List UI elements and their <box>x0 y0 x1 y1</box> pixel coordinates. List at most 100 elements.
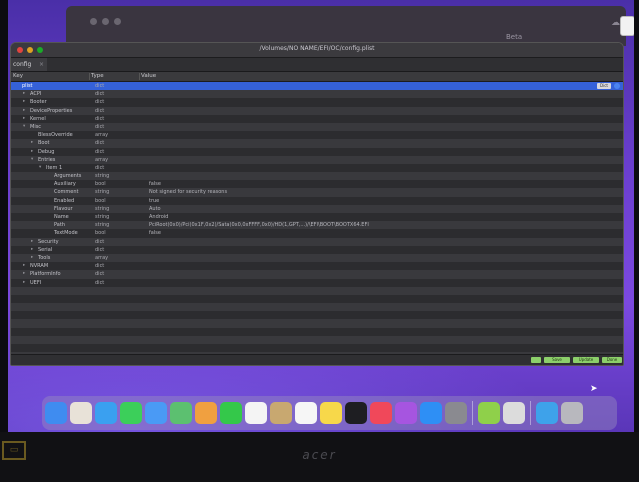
row-value[interactable]: PciRoot(0x0)/Pci(0x1F,0x2)/Sata(0x0,0xFF… <box>149 221 369 229</box>
row-type[interactable]: bool <box>95 229 106 237</box>
table-row[interactable] <box>11 327 623 336</box>
table-row[interactable]: Enabled bool true <box>11 196 623 205</box>
table-row[interactable]: ▸ Debug dict <box>11 147 623 156</box>
minimize-light[interactable] <box>102 18 109 25</box>
table-row[interactable]: ▸ Tools array <box>11 253 623 263</box>
table-row[interactable]: ▸ Security dict <box>11 237 623 246</box>
table-row[interactable]: TextMode bool false <box>11 229 623 238</box>
row-type[interactable]: array <box>95 131 108 139</box>
disclosure-closed-icon[interactable]: ▸ <box>31 148 33 156</box>
row-type[interactable]: dict <box>95 164 104 172</box>
table-row[interactable]: BlessOverride array <box>11 131 623 140</box>
row-type[interactable]: bool <box>95 180 106 188</box>
tv-icon[interactable] <box>345 402 367 424</box>
app-store-icon[interactable] <box>420 402 442 424</box>
table-row[interactable]: ▸ Boot dict <box>11 139 623 148</box>
disclosure-open-icon[interactable]: ▾ <box>23 123 25 131</box>
zoom-light[interactable] <box>114 18 121 25</box>
table-row[interactable] <box>11 344 623 353</box>
table-row[interactable]: ▾ Item 1 dict <box>11 163 623 173</box>
system-preferences-icon[interactable] <box>445 402 467 424</box>
row-type[interactable]: dict <box>95 139 104 147</box>
row-type[interactable]: dict <box>95 98 104 106</box>
row-type[interactable]: array <box>95 156 108 164</box>
row-value[interactable]: Not signed for security reasons <box>149 188 227 196</box>
row-value[interactable]: Auto <box>149 205 161 213</box>
disclosure-closed-icon[interactable]: ▸ <box>23 107 25 115</box>
podcasts-icon[interactable] <box>395 402 417 424</box>
table-row[interactable] <box>11 319 623 328</box>
downloads-folder-icon[interactable] <box>536 402 558 424</box>
row-type[interactable]: dict <box>95 107 104 115</box>
disclosure-closed-icon[interactable]: ▸ <box>23 90 25 98</box>
row-value[interactable]: true <box>149 197 159 205</box>
table-row[interactable] <box>11 286 623 295</box>
row-type[interactable]: dict <box>95 82 104 90</box>
row-type[interactable]: array <box>95 254 108 262</box>
editor-app-icon[interactable] <box>478 402 500 424</box>
facetime-icon[interactable] <box>220 402 242 424</box>
row-type[interactable]: dict <box>95 123 104 131</box>
column-value[interactable]: Value <box>141 72 156 81</box>
table-row[interactable]: Arguments string <box>11 172 623 181</box>
row-type[interactable]: dict <box>95 246 104 254</box>
type-dropdown[interactable]: Dict <box>597 83 611 89</box>
column-divider[interactable] <box>89 73 90 80</box>
disclosure-closed-icon[interactable]: ▸ <box>31 254 33 262</box>
row-type[interactable]: string <box>95 205 109 213</box>
table-row[interactable]: Comment string Not signed for security rea… <box>11 188 623 197</box>
mail-icon[interactable] <box>145 402 167 424</box>
column-divider[interactable] <box>139 73 140 80</box>
disclosure-closed-icon[interactable]: ▸ <box>31 246 33 254</box>
status-button[interactable]: Save <box>544 357 570 363</box>
table-row[interactable]: ▸ Kernel dict <box>11 114 623 123</box>
notes-icon[interactable] <box>320 402 342 424</box>
row-type[interactable]: dict <box>95 148 104 156</box>
disclosure-closed-icon[interactable]: ▸ <box>23 115 25 123</box>
finder-icon[interactable] <box>45 402 67 424</box>
row-type[interactable]: string <box>95 172 109 180</box>
tab-config[interactable]: config × <box>11 58 47 71</box>
music-icon[interactable] <box>370 402 392 424</box>
row-value[interactable]: false <box>149 229 161 237</box>
row-type[interactable]: dict <box>95 270 104 278</box>
close-light[interactable] <box>90 18 97 25</box>
column-key[interactable]: Key <box>13 72 23 81</box>
row-type[interactable]: bool <box>95 197 106 205</box>
maps-icon[interactable] <box>170 402 192 424</box>
close-tab-icon[interactable]: × <box>39 58 44 71</box>
table-row[interactable]: Name string Android <box>11 213 623 222</box>
column-type[interactable]: Type <box>91 72 104 81</box>
table-row[interactable] <box>11 294 623 304</box>
status-button[interactable] <box>531 357 541 363</box>
table-row[interactable]: Flavour string Auto <box>11 204 623 213</box>
row-type[interactable]: dict <box>95 115 104 123</box>
row-type[interactable]: dict <box>95 238 104 246</box>
status-button[interactable]: Done <box>602 357 622 363</box>
table-row[interactable]: ▸ DeviceProperties dict <box>11 106 623 115</box>
table-row[interactable]: Path string PciRoot(0x0)/Pci(0x1F,0x2)/Sat… <box>11 221 623 230</box>
table-row[interactable]: ▸ Booter dict <box>11 98 623 107</box>
row-type[interactable]: string <box>95 188 109 196</box>
table-row[interactable]: ▸ PlatformInfo dict <box>11 270 623 279</box>
table-row[interactable]: ▸ UEFI dict <box>11 278 623 287</box>
table-row[interactable] <box>11 303 623 312</box>
table-row[interactable]: ▾ Misc dict <box>11 122 623 132</box>
row-type[interactable]: dict <box>95 279 104 287</box>
row-value[interactable]: Android <box>149 213 168 221</box>
disclosure-closed-icon[interactable]: ▸ <box>23 262 25 270</box>
safari-icon[interactable] <box>95 402 117 424</box>
table-row[interactable]: ▸ Serial dict <box>11 245 623 254</box>
table-row[interactable]: ▸ NVRAM dict <box>11 262 623 271</box>
row-type[interactable]: dict <box>95 262 104 270</box>
disclosure-open-icon[interactable]: ▾ <box>31 156 33 164</box>
disclosure-closed-icon[interactable]: ▸ <box>23 279 25 287</box>
launchpad-icon[interactable] <box>70 402 92 424</box>
disclosure-closed-icon[interactable]: ▸ <box>23 98 25 106</box>
disclosure-closed-icon[interactable]: ▸ <box>31 238 33 246</box>
disclosure-closed-icon[interactable]: ▸ <box>23 270 25 278</box>
table-row[interactable]: Auxiliary bool false <box>11 180 623 189</box>
table-row[interactable] <box>11 311 623 320</box>
app-icon[interactable] <box>620 16 634 36</box>
calendar-icon[interactable] <box>245 402 267 424</box>
